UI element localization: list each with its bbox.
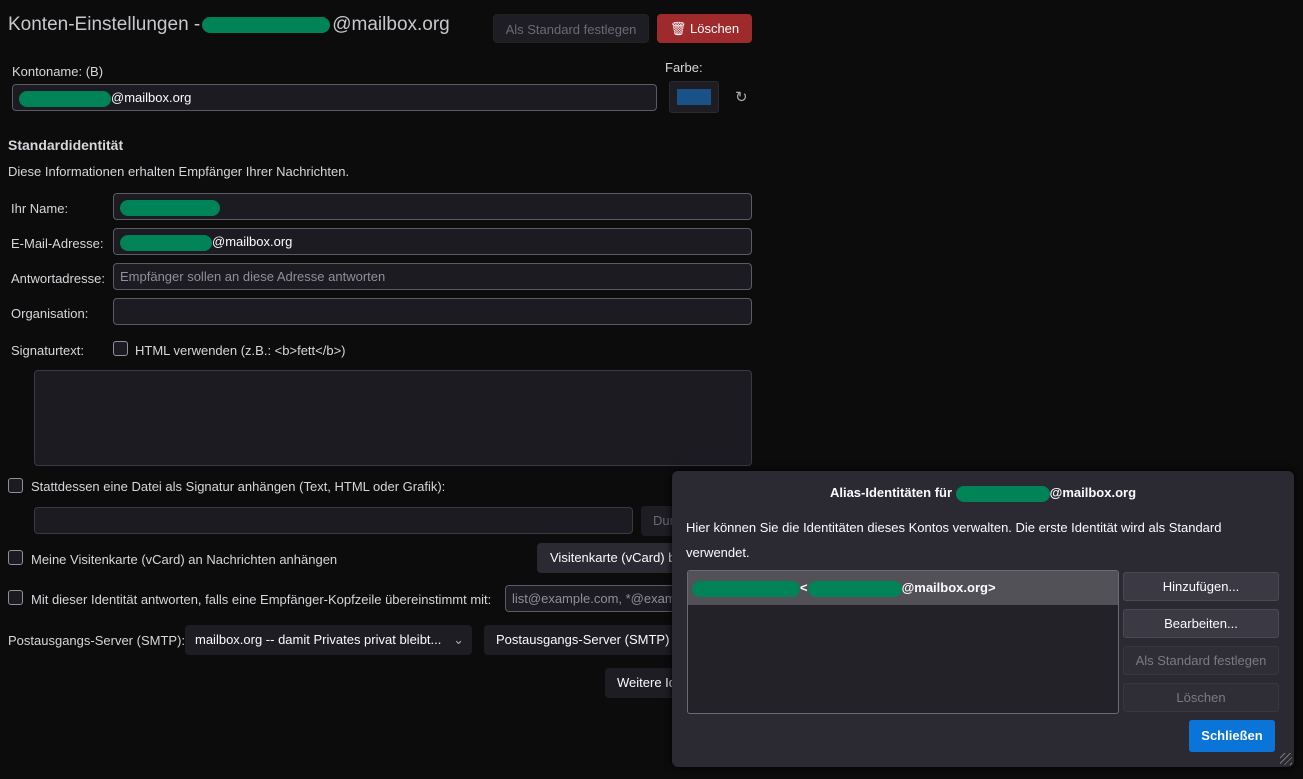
color-label: Farbe: <box>665 60 703 75</box>
list-item[interactable]: < @mailbox.org> <box>688 571 1118 605</box>
add-button[interactable]: Hinzufügen... <box>1123 572 1279 601</box>
delete-label: Löschen <box>689 21 740 36</box>
smtp-select[interactable]: mailbox.org -- damit Privates privat ble… <box>185 625 472 655</box>
identity-heading: Standardidentität <box>8 137 124 153</box>
reply-label: Antwortadresse: <box>11 271 105 286</box>
color-picker[interactable] <box>669 81 719 113</box>
account-name-suffix: @mailbox.org <box>111 90 192 105</box>
redacted <box>955 485 1050 502</box>
account-name-input[interactable]: @mailbox.org <box>12 84 657 111</box>
redacted <box>120 199 220 216</box>
redacted <box>202 16 331 33</box>
redacted <box>120 234 212 251</box>
chevron-down-icon: ⌄ <box>453 632 464 647</box>
file-signature-label: Stattdessen eine Datei als Signatur anhä… <box>31 479 446 494</box>
vcard-checkbox[interactable] <box>8 550 23 565</box>
redacted <box>692 580 800 597</box>
dialog-description: Hier können Sie die Identitäten dieses K… <box>686 520 1222 560</box>
signature-textarea[interactable] <box>34 370 752 466</box>
delete-identity-button[interactable]: Löschen <box>1123 683 1279 712</box>
html-checkbox[interactable] <box>113 341 128 356</box>
close-button[interactable]: Schließen <box>1189 720 1275 752</box>
reset-color-icon[interactable]: ↻ <box>735 88 748 106</box>
smtp-label: Postausgangs-Server (SMTP): <box>8 633 186 648</box>
account-name-label: Kontoname: (B) <box>12 64 104 79</box>
redacted <box>19 90 111 107</box>
name-input[interactable] <box>113 193 752 220</box>
signature-label: Signaturtext: <box>11 343 84 358</box>
email-label: E-Mail-Adresse: <box>11 236 104 251</box>
org-input[interactable] <box>113 298 752 325</box>
file-signature-input[interactable] <box>34 507 633 534</box>
color-swatch <box>677 89 711 105</box>
html-label: HTML verwenden (z.B.: <b>fett</b>) <box>135 343 346 358</box>
reply-match-label: Mit dieser Identität antworten, falls ei… <box>31 592 492 607</box>
alias-identities-dialog: Alias-Identitäten für @mailbox.org Hier … <box>672 471 1294 767</box>
org-label: Organisation: <box>11 306 89 321</box>
redacted <box>807 580 902 597</box>
item-email-suffix: @mailbox.org> <box>901 580 996 595</box>
title-suffix: @mailbox.org <box>332 14 450 35</box>
identity-description: Diese Informationen erhalten Empfänger I… <box>8 164 350 179</box>
edit-button[interactable]: Bearbeiten... <box>1123 609 1279 638</box>
identity-list[interactable]: < @mailbox.org> <box>687 570 1119 714</box>
email-input[interactable]: @mailbox.org <box>113 228 752 255</box>
dialog-title-suffix: @mailbox.org <box>1049 485 1137 500</box>
reply-match-checkbox[interactable] <box>8 590 23 605</box>
set-default-button[interactable]: Als Standard festlegen <box>493 14 649 43</box>
set-default-identity-button[interactable]: Als Standard festlegen <box>1123 646 1279 675</box>
dialog-title: Alias-Identitäten für @mailbox.org <box>672 485 1294 502</box>
smtp-value: mailbox.org -- damit Privates privat ble… <box>195 632 442 647</box>
vcard-label: Meine Visitenkarte (vCard) an Nachrichte… <box>31 552 338 567</box>
page-title: Konten-Einstellungen - @mailbox.org <box>8 14 450 36</box>
delete-account-button[interactable]: 🗑 Löschen <box>657 14 752 43</box>
title-prefix: Konten-Einstellungen - <box>8 14 201 35</box>
reply-placeholder: Empfänger sollen an diese Adresse antwor… <box>120 269 386 284</box>
file-signature-checkbox[interactable] <box>8 478 23 493</box>
item-open-bracket: < <box>800 580 808 595</box>
dialog-title-prefix: Alias-Identitäten für <box>829 485 953 500</box>
email-suffix: @mailbox.org <box>212 234 293 249</box>
resize-grip-icon[interactable] <box>1280 753 1292 765</box>
reply-input[interactable]: Empfänger sollen an diese Adresse antwor… <box>113 263 752 290</box>
name-label: Ihr Name: <box>11 201 69 216</box>
trash-icon: 🗑 <box>669 21 687 36</box>
